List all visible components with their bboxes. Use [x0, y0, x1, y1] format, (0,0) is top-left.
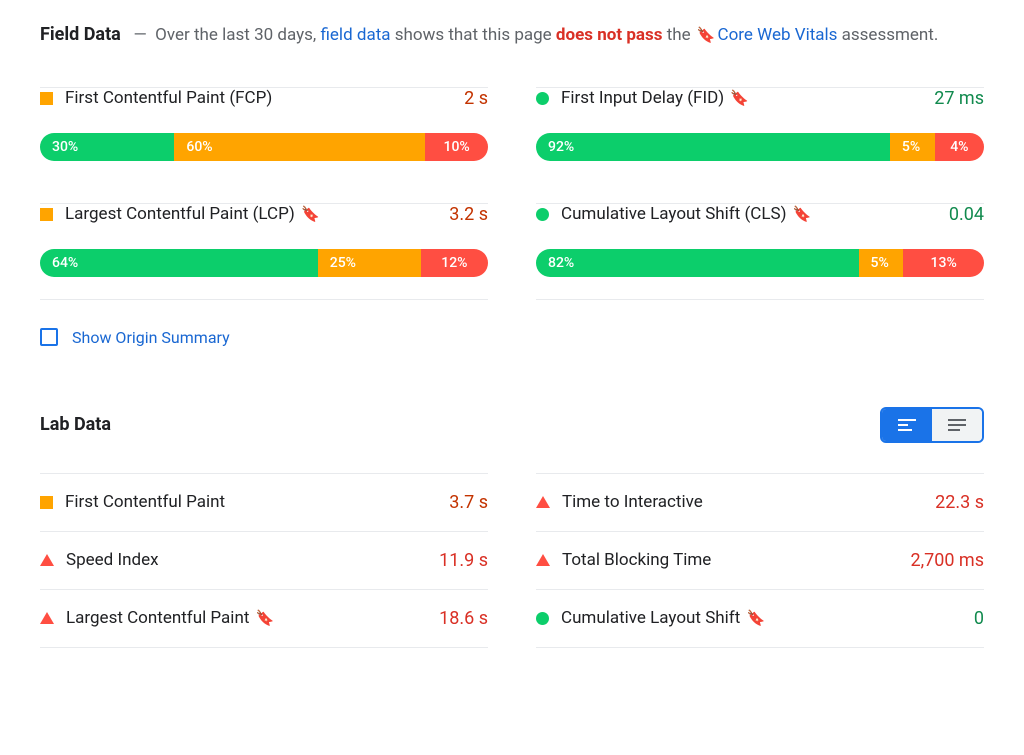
status-triangle-icon: [40, 612, 54, 624]
field-data-title: Field Data: [40, 24, 121, 45]
field-data-link[interactable]: field data: [321, 25, 391, 45]
bar-segment-poor: 10%: [425, 133, 488, 161]
bar-segment-poor: 13%: [903, 249, 984, 277]
status-triangle-icon: [40, 554, 54, 566]
status-square-icon: [40, 496, 53, 509]
metric-value: 3.2 s: [449, 204, 488, 225]
intro-text: assessment.: [842, 25, 939, 45]
bar-segment-label: 60%: [186, 139, 212, 155]
bookmark-icon: 🔖: [746, 609, 765, 627]
metric-value: 0.04: [949, 204, 984, 225]
lab-data-title: Lab Data: [40, 414, 111, 435]
metric-label: First Contentful Paint (FCP): [65, 88, 452, 108]
show-origin-summary-row[interactable]: Show Origin Summary: [40, 328, 984, 347]
lab-metric-label: First Contentful Paint: [65, 492, 437, 512]
distribution-bar: 92% 5% 4%: [536, 133, 984, 161]
bookmark-icon: 🔖: [793, 205, 812, 223]
lab-metric-value: 11.9 s: [439, 550, 488, 571]
bar-segment-label: 13%: [931, 255, 957, 271]
field-left-column: First Contentful Paint (FCP) 2 s 30% 60% 10%…: [40, 67, 488, 300]
lab-metric-value: 0: [974, 608, 984, 629]
bar-segment-needs-improvement: 5%: [890, 133, 935, 161]
bar-segment-label: 5%: [902, 139, 920, 155]
field-metric[interactable]: First Contentful Paint (FCP) 2 s 30% 60% 10%: [40, 67, 488, 183]
field-metric[interactable]: First Input Delay (FID) 🔖 27 ms 92% 5% 4%: [536, 67, 984, 183]
field-right-column: First Input Delay (FID) 🔖 27 ms 92% 5% 4% Cum…: [536, 67, 984, 300]
lab-left-column: First Contentful Paint 3.7 s Speed Index 11…: [40, 473, 488, 648]
does-not-pass-text: does not pass: [556, 25, 663, 45]
bar-segment-label: 10%: [444, 139, 470, 155]
metric-label: Largest Contentful Paint (LCP) 🔖: [65, 204, 437, 224]
field-metrics-grid: First Contentful Paint (FCP) 2 s 30% 60% 10%…: [40, 67, 984, 300]
lab-metric-label: Total Blocking Time: [562, 550, 898, 570]
status-triangle-icon: [536, 496, 550, 508]
lab-metric-row[interactable]: First Contentful Paint 3.7 s: [40, 473, 488, 531]
metric-value: 27 ms: [934, 88, 984, 109]
bookmark-icon: 🔖: [697, 26, 716, 44]
lab-metric-value: 2,700 ms: [910, 550, 984, 571]
lab-view-toggle[interactable]: [880, 407, 984, 443]
view-toggle-bars-icon[interactable]: [882, 409, 932, 441]
lab-metric-label: Largest Contentful Paint 🔖: [66, 608, 427, 628]
bar-segment-good: 64%: [40, 249, 318, 277]
bar-segment-needs-improvement: 60%: [174, 133, 425, 161]
bar-segment-label: 5%: [871, 255, 889, 271]
bar-segment-label: 12%: [441, 255, 467, 271]
intro-text: the: [667, 25, 691, 45]
metric-label: Cumulative Layout Shift (CLS) 🔖: [561, 204, 937, 224]
origin-summary-label[interactable]: Show Origin Summary: [72, 328, 230, 347]
bookmark-icon: 🔖: [730, 89, 749, 107]
bar-segment-good: 82%: [536, 249, 859, 277]
field-data-intro: Field Data — Over the last 30 days, fiel…: [40, 20, 984, 51]
lab-metric-row[interactable]: Cumulative Layout Shift 🔖 0: [536, 589, 984, 647]
status-square-icon: [40, 208, 53, 221]
intro-text: Over the last 30 days,: [155, 25, 316, 45]
lab-metric-row[interactable]: Speed Index 11.9 s: [40, 531, 488, 589]
status-circle-icon: [536, 92, 549, 105]
bar-segment-label: 64%: [52, 255, 78, 271]
lab-data-header: Lab Data: [40, 407, 984, 443]
bookmark-icon: 🔖: [256, 609, 275, 627]
metric-value: 2 s: [464, 88, 488, 109]
lab-right-column: Time to Interactive 22.3 s Total Blocking …: [536, 473, 984, 648]
origin-summary-checkbox[interactable]: [40, 328, 58, 346]
bar-segment-good: 92%: [536, 133, 890, 161]
bar-segment-good: 30%: [40, 133, 174, 161]
bar-segment-label: 4%: [950, 139, 968, 155]
bar-segment-label: 30%: [52, 139, 78, 155]
lab-metric-label: Speed Index: [66, 550, 427, 570]
lab-metric-value: 3.7 s: [449, 492, 488, 513]
bar-segment-needs-improvement: 25%: [318, 249, 421, 277]
bar-segment-label: 82%: [548, 255, 574, 271]
separator: —: [133, 25, 146, 45]
lab-metrics-grid: First Contentful Paint 3.7 s Speed Index 11…: [40, 473, 984, 648]
bar-segment-label: 92%: [548, 139, 574, 155]
field-metric[interactable]: Cumulative Layout Shift (CLS) 🔖 0.04 82% 5%…: [536, 183, 984, 299]
status-circle-icon: [536, 208, 549, 221]
bar-segment-label: 25%: [330, 255, 356, 271]
lab-metric-row[interactable]: Largest Contentful Paint 🔖 18.6 s: [40, 589, 488, 647]
bookmark-icon: 🔖: [301, 205, 320, 223]
status-triangle-icon: [536, 554, 550, 566]
distribution-bar: 64% 25% 12%: [40, 249, 488, 277]
lab-metric-value: 22.3 s: [935, 492, 984, 513]
metric-label: First Input Delay (FID) 🔖: [561, 88, 922, 108]
lab-metric-row[interactable]: Time to Interactive 22.3 s: [536, 473, 984, 531]
bar-segment-poor: 12%: [421, 249, 488, 277]
field-metric[interactable]: Largest Contentful Paint (LCP) 🔖 3.2 s 64%…: [40, 183, 488, 299]
view-toggle-lines-icon[interactable]: [932, 409, 982, 441]
distribution-bar: 30% 60% 10%: [40, 133, 488, 161]
distribution-bar: 82% 5% 13%: [536, 249, 984, 277]
bar-segment-needs-improvement: 5%: [859, 249, 904, 277]
lab-metric-row[interactable]: Total Blocking Time 2,700 ms: [536, 531, 984, 589]
bar-segment-poor: 4%: [935, 133, 984, 161]
status-square-icon: [40, 92, 53, 105]
lab-metric-label: Time to Interactive: [562, 492, 923, 512]
core-web-vitals-link[interactable]: Core Web Vitals: [718, 25, 838, 45]
status-circle-icon: [536, 612, 549, 625]
intro-text: shows that this page: [395, 25, 552, 45]
lab-metric-value: 18.6 s: [439, 608, 488, 629]
lab-metric-label: Cumulative Layout Shift 🔖: [561, 608, 962, 628]
